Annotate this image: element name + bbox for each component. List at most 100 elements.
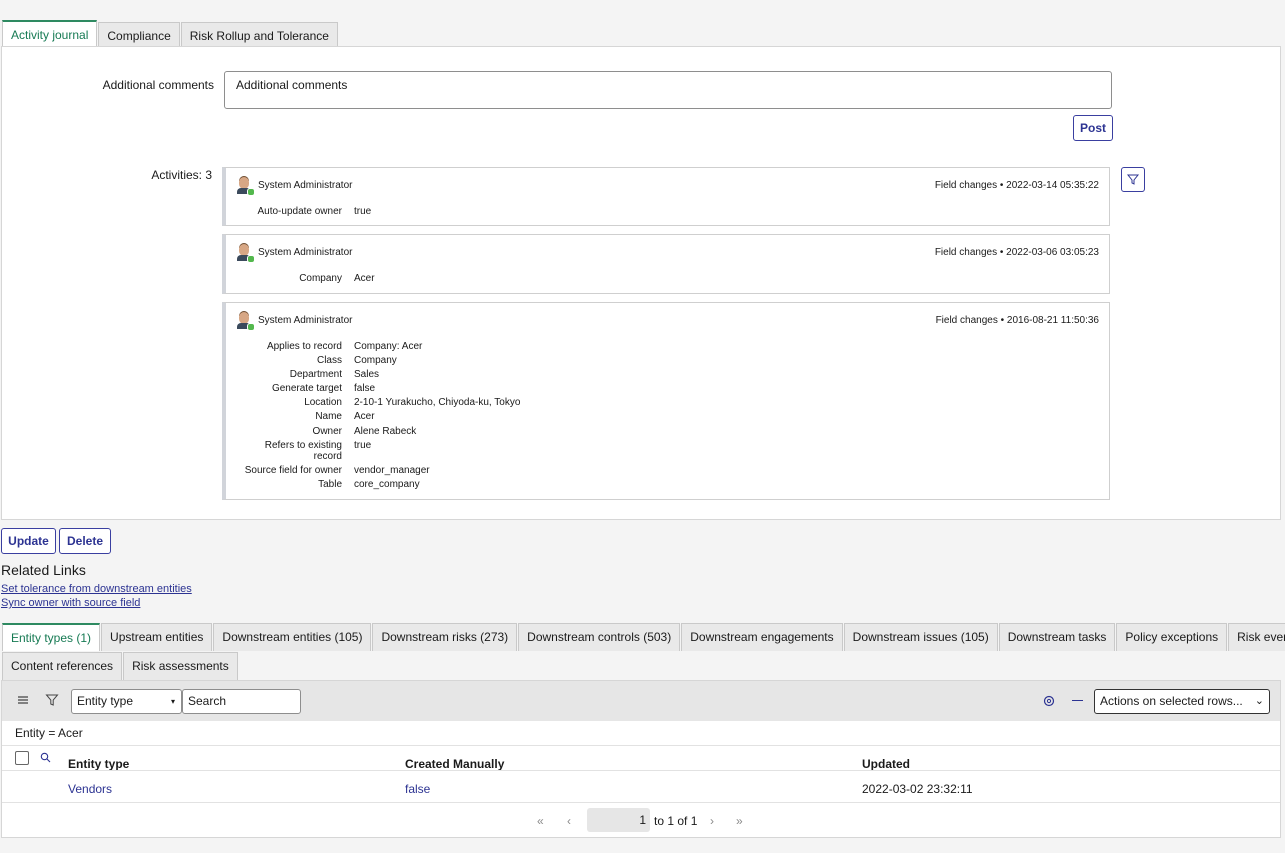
avatar bbox=[236, 176, 255, 196]
activity-user: System Administrator bbox=[258, 247, 353, 258]
tab-entity-types[interactable]: Entity types (1) bbox=[2, 623, 101, 651]
select-all-checkbox[interactable] bbox=[15, 751, 29, 765]
actions-select-value: Actions on selected rows... bbox=[1100, 694, 1243, 708]
related-tabs-row2: Content references Risk assessments bbox=[2, 652, 239, 680]
field-value: false bbox=[354, 383, 376, 394]
field-name: Table bbox=[318, 479, 342, 490]
activity-filter-button[interactable] bbox=[1121, 167, 1145, 192]
hamburger-menu-icon[interactable] bbox=[17, 695, 29, 705]
field-name: Auto-update owner bbox=[257, 206, 342, 217]
chevron-down-icon: ⌄ bbox=[1254, 695, 1264, 707]
cell-entity-type[interactable]: Vendors bbox=[68, 782, 112, 796]
field-value: Sales bbox=[354, 369, 380, 380]
online-status-icon bbox=[247, 188, 255, 196]
update-button[interactable]: Update bbox=[1, 528, 56, 554]
gear-icon[interactable] bbox=[1042, 694, 1056, 708]
field-name: Source field for owner bbox=[244, 465, 342, 476]
comments-field[interactable]: Additional comments bbox=[224, 71, 1112, 109]
next-page-icon[interactable]: › bbox=[710, 814, 714, 828]
activity-meta: Field changes • 2022-03-14 05:35:22 bbox=[934, 180, 1099, 191]
column-header-updated[interactable]: Updated bbox=[862, 757, 910, 771]
first-page-icon[interactable]: « bbox=[537, 814, 544, 828]
divider bbox=[2, 745, 1280, 746]
field-name: Location bbox=[304, 397, 342, 408]
tab-risk-events[interactable]: Risk events bbox=[1228, 623, 1285, 651]
field-value: Acer bbox=[354, 411, 375, 422]
tab-risk-rollup[interactable]: Risk Rollup and Tolerance bbox=[180, 22, 338, 48]
post-button[interactable]: Post bbox=[1073, 115, 1113, 141]
field-value: 2-10-1 Yurakucho, Chiyoda-ku, Tokyo bbox=[354, 397, 521, 408]
activity-user: System Administrator bbox=[258, 315, 353, 326]
tab-downstream-engagements[interactable]: Downstream engagements bbox=[681, 623, 843, 651]
sync-owner-link[interactable]: Sync owner with source field bbox=[1, 597, 140, 609]
field-name: Generate target bbox=[271, 383, 342, 394]
page-number: 1 bbox=[639, 813, 646, 827]
field-select-value: Entity type bbox=[77, 694, 134, 708]
field-name: Class bbox=[316, 355, 342, 366]
column-header-entity-type[interactable]: Entity type bbox=[68, 757, 129, 771]
field-name: Refers to existing record bbox=[264, 440, 342, 462]
field-name: Company bbox=[299, 273, 342, 284]
related-tabs-row1: Entity types (1) Upstream entities Downs… bbox=[2, 623, 1285, 651]
tab-upstream-entities[interactable]: Upstream entities bbox=[101, 623, 213, 651]
tab-risk-assessments[interactable]: Risk assessments bbox=[123, 652, 238, 680]
list-toolbar: Entity type ▾ Search Actions on selected … bbox=[2, 681, 1280, 721]
field-value: true bbox=[354, 206, 372, 217]
cell-updated: 2022-03-02 23:32:11 bbox=[862, 782, 973, 796]
activities-count: Activities: 3 bbox=[151, 168, 212, 182]
set-tolerance-link[interactable]: Set tolerance from downstream entities bbox=[1, 583, 192, 595]
search-icon[interactable] bbox=[40, 752, 51, 763]
tab-downstream-issues[interactable]: Downstream issues (105) bbox=[843, 623, 998, 651]
column-header-created-manually[interactable]: Created Manually bbox=[405, 757, 504, 771]
field-value: Company: Acer bbox=[354, 341, 423, 352]
delete-button[interactable]: Delete bbox=[59, 528, 111, 554]
divider bbox=[2, 770, 1280, 771]
field-value: Alene Rabeck bbox=[354, 426, 417, 437]
field-value: true bbox=[354, 440, 372, 451]
avatar bbox=[236, 311, 255, 331]
collapse-icon[interactable] bbox=[1072, 700, 1083, 701]
entity-types-list: Entity type ▾ Search Actions on selected … bbox=[1, 680, 1281, 838]
tab-compliance[interactable]: Compliance bbox=[98, 22, 180, 48]
activity-user: System Administrator bbox=[258, 180, 353, 191]
field-name: Name bbox=[315, 411, 342, 422]
tab-policy-exceptions[interactable]: Policy exceptions bbox=[1116, 623, 1228, 651]
tab-downstream-risks[interactable]: Downstream risks (273) bbox=[372, 623, 518, 651]
field-value: vendor_manager bbox=[354, 465, 430, 476]
page-number-input[interactable]: 1 bbox=[587, 808, 650, 832]
field-value: Company bbox=[354, 355, 397, 366]
avatar bbox=[236, 243, 255, 263]
form-tabs: Activity journal Compliance Risk Rollup … bbox=[2, 20, 339, 48]
tab-activity-journal[interactable]: Activity journal bbox=[2, 20, 98, 48]
page-info: to 1 of 1 bbox=[654, 814, 698, 828]
tab-downstream-tasks[interactable]: Downstream tasks bbox=[998, 623, 1116, 651]
field-value: core_company bbox=[354, 479, 420, 490]
actions-select[interactable]: Actions on selected rows... ⌄ bbox=[1094, 689, 1270, 714]
last-page-icon[interactable]: » bbox=[736, 814, 743, 828]
chevron-down-icon: ▾ bbox=[170, 697, 175, 706]
filter-icon bbox=[1126, 174, 1140, 185]
related-links-title: Related Links bbox=[1, 562, 86, 578]
tab-downstream-entities[interactable]: Downstream entities (105) bbox=[213, 623, 372, 651]
filter-icon[interactable] bbox=[45, 693, 59, 707]
field-name: Applies to record bbox=[266, 341, 342, 352]
tab-content-references[interactable]: Content references bbox=[2, 652, 123, 680]
field-value: Acer bbox=[354, 273, 375, 284]
activity-meta: Field changes • 2022-03-06 03:05:23 bbox=[934, 247, 1099, 258]
online-status-icon bbox=[247, 323, 255, 331]
online-status-icon bbox=[247, 255, 255, 263]
activity-card: System Administrator Field changes • 201… bbox=[222, 302, 1110, 500]
field-select[interactable]: Entity type ▾ bbox=[71, 689, 182, 714]
activity-card: System Administrator Field changes • 202… bbox=[222, 167, 1110, 226]
activity-card: System Administrator Field changes • 202… bbox=[222, 234, 1110, 294]
list-breadcrumb[interactable]: Entity = Acer bbox=[15, 726, 83, 740]
field-name: Department bbox=[289, 369, 342, 380]
divider bbox=[2, 802, 1280, 803]
field-name: Owner bbox=[312, 426, 342, 437]
activity-meta: Field changes • 2016-08-21 11:50:36 bbox=[935, 315, 1099, 326]
previous-page-icon[interactable]: ‹ bbox=[567, 814, 571, 828]
tab-downstream-controls[interactable]: Downstream controls (503) bbox=[518, 623, 681, 651]
cell-created-manually[interactable]: false bbox=[405, 782, 430, 796]
search-input[interactable]: Search bbox=[182, 689, 301, 714]
comments-label: Additional comments bbox=[102, 78, 214, 92]
